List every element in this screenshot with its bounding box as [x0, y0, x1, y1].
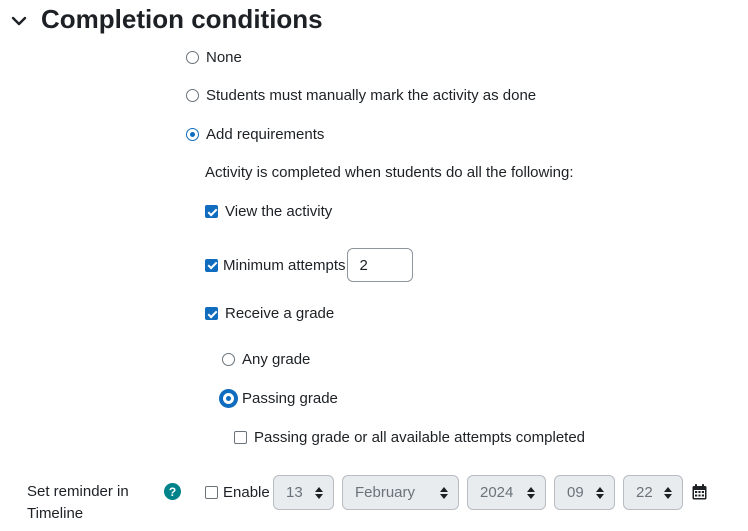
min-attempts-item[interactable]: Minimum attempts: [205, 248, 413, 282]
minute-select[interactable]: 22: [623, 475, 683, 510]
view-activity-checkbox[interactable]: [205, 205, 218, 218]
updown-icon: [315, 486, 323, 499]
hour-select[interactable]: 09: [554, 475, 615, 510]
reminder-enable-label: Enable: [223, 484, 270, 501]
minute-value: 22: [636, 484, 653, 501]
option-none[interactable]: None: [186, 49, 242, 66]
day-value: 13: [286, 484, 303, 501]
reminder-label: Set reminder in Timeline: [27, 483, 129, 522]
passing-grade-label: Passing grade: [242, 390, 338, 407]
day-select[interactable]: 13: [273, 475, 334, 510]
radio-none[interactable]: [186, 51, 199, 64]
year-select[interactable]: 2024: [467, 475, 546, 510]
receive-grade-label: Receive a grade: [225, 305, 335, 322]
chevron-down-icon[interactable]: [10, 12, 28, 30]
passing-or-attempts-item[interactable]: Passing grade or all available attempts …: [234, 429, 585, 446]
view-activity-label: View the activity: [225, 203, 333, 220]
passing-or-attempts-label: Passing grade or all available attempts …: [254, 429, 586, 446]
radio-passing-grade[interactable]: [222, 392, 235, 405]
question-icon: ?: [168, 484, 177, 499]
year-value: 2024: [480, 484, 514, 501]
month-select[interactable]: February: [342, 475, 459, 510]
updown-icon: [664, 486, 672, 499]
view-activity-item[interactable]: View the activity: [205, 203, 332, 220]
receive-grade-item[interactable]: Receive a grade: [205, 305, 334, 322]
passing-or-attempts-checkbox[interactable]: [234, 431, 247, 444]
radio-any-grade[interactable]: [222, 353, 235, 366]
any-grade-label: Any grade: [242, 351, 311, 368]
option-add-requirements-label: Add requirements: [206, 126, 325, 143]
help-icon[interactable]: ?: [164, 483, 181, 500]
updown-icon: [440, 486, 448, 499]
any-grade-option[interactable]: Any grade: [222, 351, 310, 368]
receive-grade-checkbox[interactable]: [205, 307, 218, 320]
option-add-requirements[interactable]: Add requirements: [186, 126, 324, 143]
month-value: February: [355, 484, 416, 501]
updown-icon: [527, 486, 535, 499]
reminder-enable-checkbox[interactable]: [205, 486, 218, 499]
hour-value: 09: [567, 484, 584, 501]
min-attempts-label: Minimum attempts: [223, 256, 346, 274]
passing-grade-option[interactable]: Passing grade: [222, 390, 338, 407]
calendar-icon[interactable]: [692, 484, 707, 500]
updown-icon: [596, 486, 604, 499]
section-title: Completion conditions: [41, 4, 323, 34]
requirements-intro: Activity is completed when students do a…: [205, 164, 574, 181]
radio-manual[interactable]: [186, 89, 199, 102]
option-manual-label: Students must manually mark the activity…: [206, 87, 537, 104]
radio-add-requirements[interactable]: [186, 128, 199, 141]
min-attempts-input[interactable]: [346, 248, 413, 282]
min-attempts-checkbox[interactable]: [205, 258, 218, 272]
option-manual[interactable]: Students must manually mark the activity…: [186, 87, 536, 104]
reminder-enable-item[interactable]: Enable: [205, 484, 270, 501]
option-none-label: None: [206, 49, 242, 66]
